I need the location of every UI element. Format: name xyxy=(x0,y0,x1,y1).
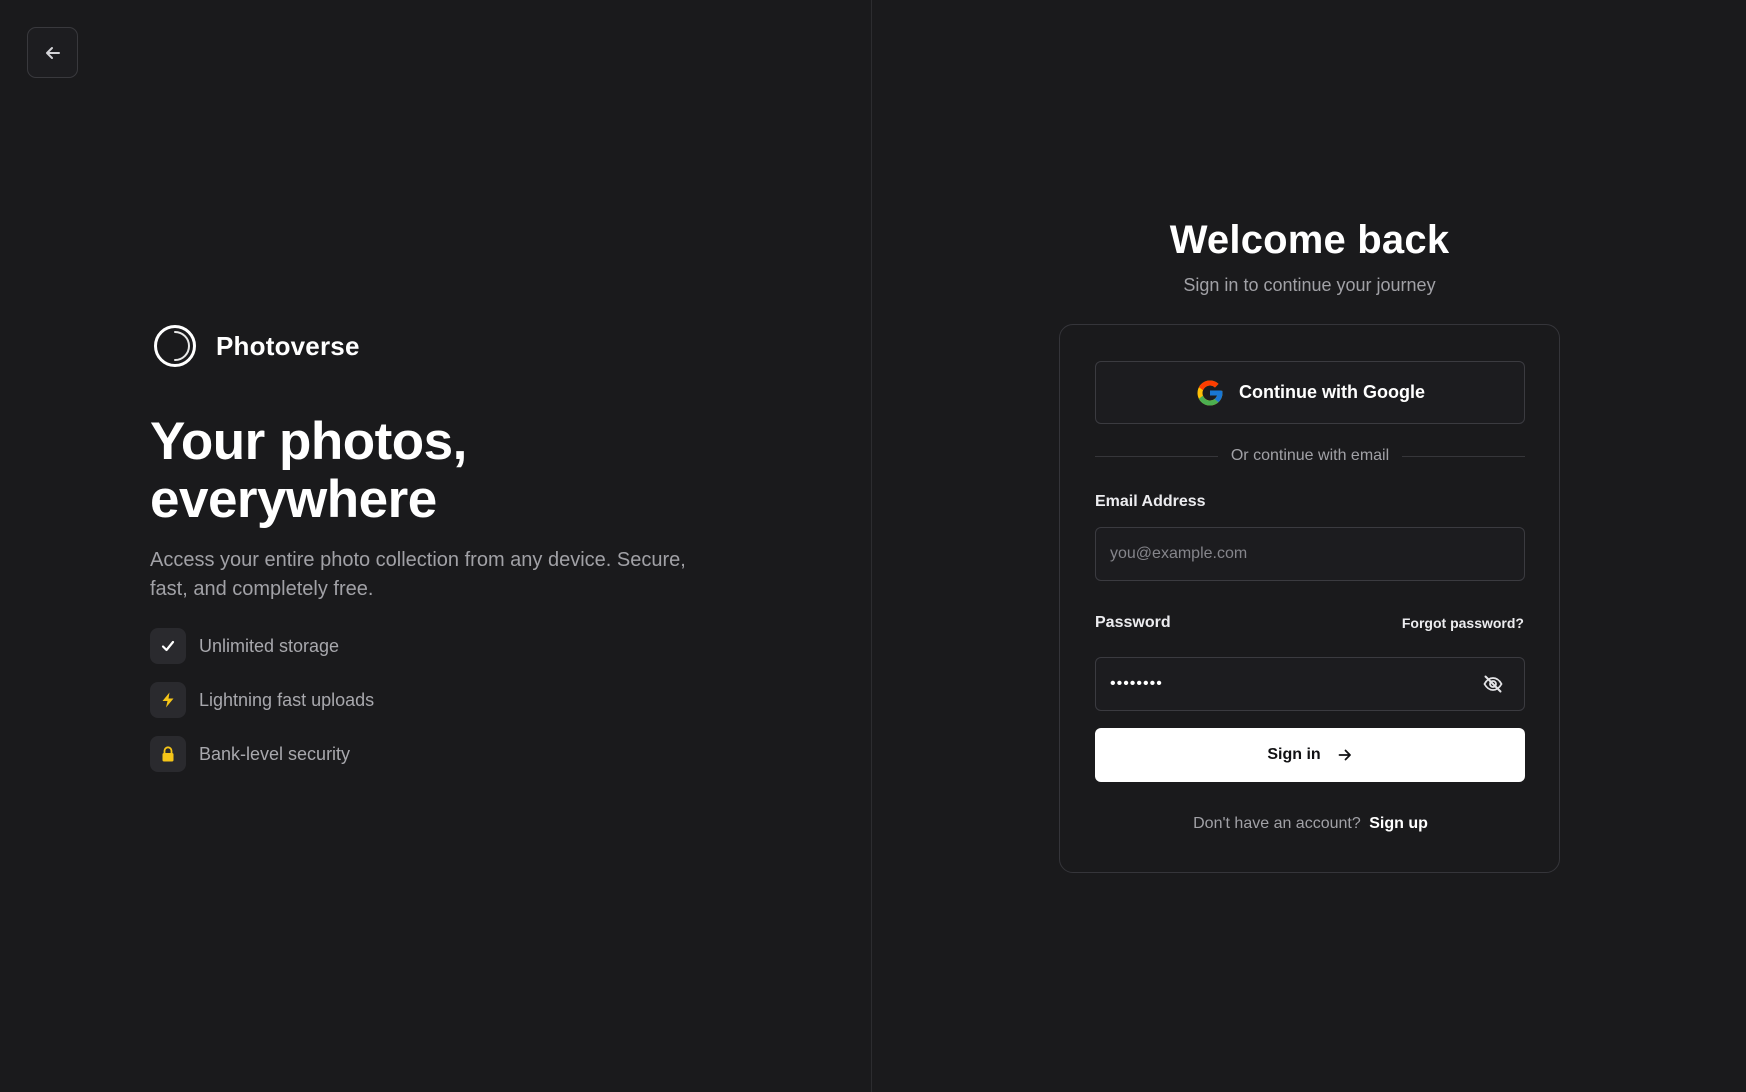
welcome-subtitle: Sign in to continue your journey xyxy=(1183,275,1436,295)
login-card: Continue with Google Or continue with em… xyxy=(1059,324,1560,873)
lock-icon xyxy=(150,736,186,772)
lightning-icon xyxy=(150,682,186,718)
back-button[interactable] xyxy=(27,27,78,78)
signin-button-label: Sign in xyxy=(1267,746,1321,763)
circle-logo-icon xyxy=(154,325,196,367)
google-signin-button[interactable]: Continue with Google xyxy=(1095,361,1525,424)
or-divider: Or continue with email xyxy=(1095,446,1526,466)
forgot-password-link[interactable]: Forgot password? xyxy=(1402,615,1524,631)
hero-title-line1: Your photos, xyxy=(150,412,467,471)
signup-row: Don't have an account? Sign up xyxy=(1060,815,1561,833)
divider-text: Or continue with email xyxy=(1230,447,1390,464)
google-icon xyxy=(1197,380,1223,405)
divider-line xyxy=(1095,455,1218,457)
feature-label: Unlimited storage xyxy=(199,635,340,656)
eye-off-icon xyxy=(1483,675,1503,693)
email-field[interactable] xyxy=(1095,527,1525,581)
signup-link[interactable]: Sign up xyxy=(1369,815,1428,832)
auth-panel: Welcome back Sign in to continue your jo… xyxy=(873,0,1746,1092)
welcome-title: Welcome back xyxy=(1169,218,1450,262)
google-button-label: Continue with Google xyxy=(1239,382,1425,402)
divider-line xyxy=(1402,455,1526,457)
login-page: Photoverse Your photos, everywhere Acces… xyxy=(0,0,1746,1092)
feature-list: Unlimited storage Lightning fast uploads xyxy=(150,628,374,790)
brand: Photoverse xyxy=(152,323,360,369)
toggle-password-visibility-button[interactable] xyxy=(1480,671,1506,697)
feature-label: Bank-level security xyxy=(199,743,351,764)
arrow-left-icon xyxy=(45,46,60,59)
hero-title-line2: everywhere xyxy=(150,470,437,529)
check-icon xyxy=(150,628,186,664)
signup-prompt: Don't have an account? xyxy=(1193,815,1361,832)
feature-item: Unlimited storage xyxy=(150,628,374,664)
feature-label: Lightning fast uploads xyxy=(199,689,375,710)
signin-button[interactable]: Sign in xyxy=(1095,728,1525,782)
password-label: Password xyxy=(1095,614,1171,631)
arrow-right-icon xyxy=(1338,749,1351,761)
email-label: Email Address xyxy=(1095,493,1206,510)
hero-title: Your photos, everywhere xyxy=(150,413,750,529)
marketing-panel: Photoverse Your photos, everywhere Acces… xyxy=(0,0,872,1092)
feature-item: Bank-level security xyxy=(150,736,374,772)
hero-subtitle: Access your entire photo collection from… xyxy=(150,549,686,600)
password-field[interactable] xyxy=(1095,657,1525,711)
brand-name: Photoverse xyxy=(216,330,360,361)
feature-item: Lightning fast uploads xyxy=(150,682,374,718)
